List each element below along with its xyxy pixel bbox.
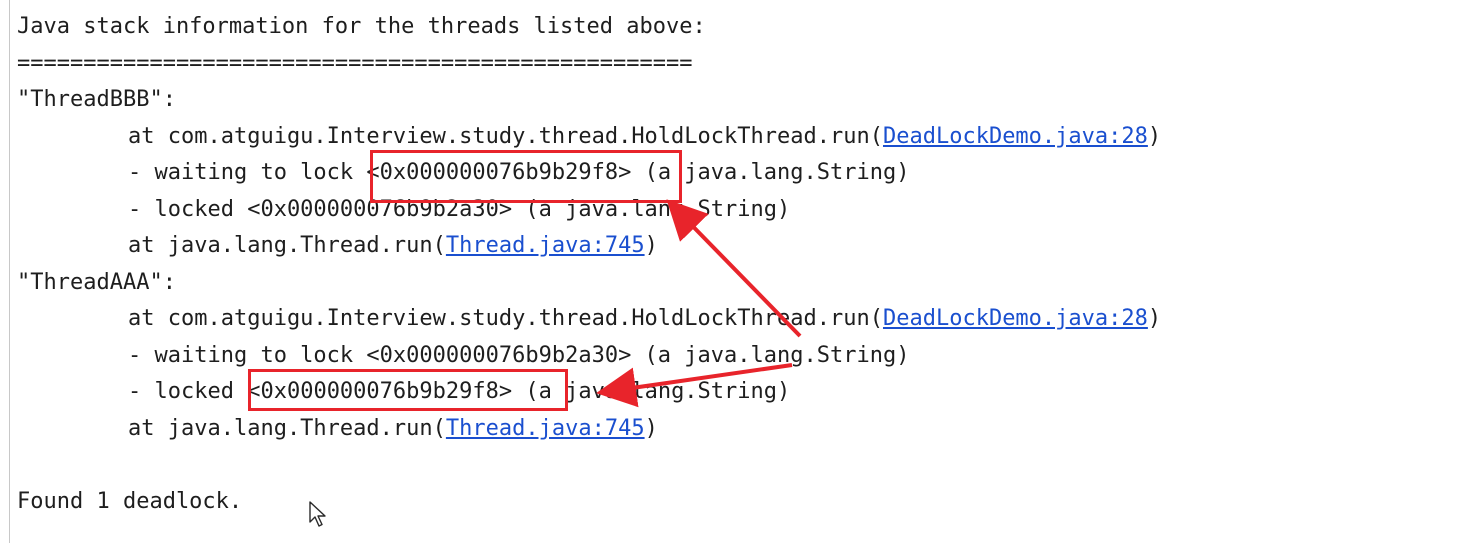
thread-bbb-thread-link[interactable]: Thread.java:745 bbox=[446, 233, 645, 258]
thread-aaa-run-suffix: ) bbox=[644, 415, 658, 441]
console-left-border bbox=[9, 0, 10, 543]
deadlock-summary: Found 1 deadlock. bbox=[17, 488, 243, 514]
separator-line: ========================================… bbox=[17, 50, 693, 76]
thread-aaa-locked-line: - locked <0x000000076b9b29f8> (a java.la… bbox=[17, 374, 1447, 411]
thread-bbb-run-prefix: at java.lang.Thread.run( bbox=[128, 233, 446, 258]
thread-bbb-at-suffix: ) bbox=[1147, 123, 1162, 149]
thread-aaa-waiting-line: - waiting to lock <0x000000076b9b2a30> (… bbox=[128, 342, 910, 368]
mouse-pointer-icon bbox=[309, 501, 326, 527]
thread-bbb-source-link[interactable]: DeadLockDemo.java:28 bbox=[883, 124, 1148, 149]
thread-bbb-waiting-line: - waiting to lock <0x000000076b9b29f8> (… bbox=[17, 155, 1447, 192]
thread-aaa-locked-prefix: - locked bbox=[128, 379, 248, 404]
thread-bbb-locked-line: - locked <0x000000076b9b2a30> (a java.la… bbox=[128, 196, 791, 222]
stack-header: Java stack information for the threads l… bbox=[17, 14, 706, 39]
thread-bbb-at-prefix: at com.atguigu.Interview.study.thread.Ho… bbox=[128, 123, 883, 149]
highlight-box-waiting-address bbox=[370, 150, 682, 203]
thread-aaa-name: "ThreadAAA": bbox=[17, 269, 176, 295]
thread-aaa-run-prefix: at java.lang.Thread.run( bbox=[128, 415, 446, 441]
thread-aaa-source-link[interactable]: DeadLockDemo.java:28 bbox=[883, 306, 1148, 331]
highlight-box-locked-address bbox=[248, 369, 568, 411]
thread-aaa-at-suffix: ) bbox=[1147, 306, 1162, 331]
thread-bbb-waiting-prefix: - waiting to lock bbox=[128, 160, 367, 185]
thread-aaa-thread-link[interactable]: Thread.java:745 bbox=[446, 416, 645, 441]
thread-aaa-at-prefix: at com.atguigu.Interview.study.thread.Ho… bbox=[128, 306, 883, 331]
console-output: Java stack information for the threads l… bbox=[17, 9, 1447, 520]
thread-bbb-run-suffix: ) bbox=[644, 233, 658, 258]
thread-bbb-name: "ThreadBBB": bbox=[17, 87, 176, 112]
thread-aaa-run-line: at java.lang.Thread.run(Thread.java:745) bbox=[17, 411, 1447, 448]
thread-bbb-at-line: at com.atguigu.Interview.study.thread.Ho… bbox=[17, 119, 1447, 156]
thread-bbb-run-line: at java.lang.Thread.run(Thread.java:745) bbox=[17, 228, 1447, 265]
thread-aaa-at-line: at com.atguigu.Interview.study.thread.Ho… bbox=[17, 301, 1447, 338]
